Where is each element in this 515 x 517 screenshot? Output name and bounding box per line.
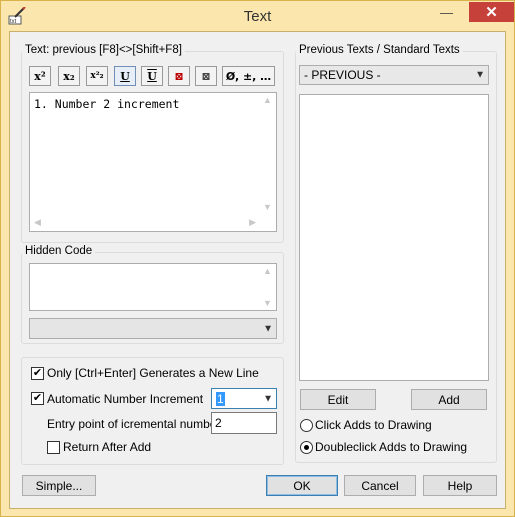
strike-box-icon: ⊠ [201,69,211,83]
scroll-right-arrow-icon[interactable]: ▶ [249,217,256,228]
cancel-button-label: Cancel [361,478,399,493]
chevron-down-icon: ▼ [263,323,273,334]
minimize-button[interactable]: — [432,2,461,22]
add-button[interactable]: Add [411,389,487,410]
entry-point-input[interactable]: 2 [211,412,277,434]
edit-button[interactable]: Edit [300,389,376,410]
checkmark-icon: ✔ [32,367,43,379]
text-dialog: txt Text — ✕ Text: previous [F8]<>[Shift… [0,0,515,517]
only-ctrl-enter-checkbox[interactable]: ✔ [31,367,44,380]
boxed-button[interactable]: ⊠ [168,66,190,86]
overline-icon: U [147,69,157,83]
add-button-label: Add [438,392,460,407]
subscript-icon: x₂ [63,69,75,83]
hidden-code-field[interactable]: ▲ ▼ [29,263,277,311]
text-editor-content: 1. Number 2 increment [34,97,180,111]
strike-box-button[interactable]: ⊠ [195,66,217,86]
doubleclick-adds-radio[interactable] [300,441,313,454]
cancel-button[interactable]: Cancel [344,475,416,496]
underline-icon: U [120,69,130,83]
help-button[interactable]: Help [423,475,497,496]
edit-button-label: Edit [327,392,349,407]
ok-button[interactable]: OK [266,475,338,496]
title-bar: txt Text — ✕ [1,1,514,31]
text-editor-vscrollbar[interactable]: ▲ ▼ [259,93,276,214]
previous-texts-label: Previous Texts / Standard Texts [296,44,463,56]
simple-button-label: Simple... [35,478,83,493]
special-chars-label: Ø, ±, … [225,69,272,83]
hidden-code-combo[interactable]: ▼ [29,318,277,339]
superscript-button[interactable]: x² [29,66,51,86]
previous-texts-list[interactable] [299,94,489,381]
auto-number-checkbox[interactable]: ✔ [31,392,44,405]
text-editor[interactable]: 1. Number 2 increment ▲ ▼ ◀ ▶ [29,92,277,232]
text-group-label: Text: previous [F8]<>[Shift+F8] [22,44,185,56]
subscript-button[interactable]: x₂ [58,66,80,86]
text-editor-hscrollbar[interactable]: ◀ ▶ [30,214,260,231]
dialog-body: Text: previous [F8]<>[Shift+F8] x² x₂ x²… [9,31,506,509]
click-adds-label[interactable]: Click Adds to Drawing [315,418,432,432]
previous-texts-selected: - PREVIOUS - [304,68,381,82]
superscript-icon: x² [34,69,46,83]
scroll-down-arrow-icon[interactable]: ▼ [259,202,276,212]
return-after-add-checkbox[interactable] [47,441,60,454]
simple-button[interactable]: Simple... [22,475,96,496]
previous-texts-combo[interactable]: - PREVIOUS - ▼ [299,65,489,85]
scroll-up-arrow-icon[interactable]: ▲ [259,95,276,105]
close-button[interactable]: ✕ [469,2,514,22]
entry-point-label: Entry point of icremental number [47,417,221,431]
entry-point-value: 2 [215,416,222,430]
special-chars-button[interactable]: Ø, ±, … [222,66,275,86]
super-subscript-icon: x²₂ [90,71,104,81]
scroll-left-arrow-icon[interactable]: ◀ [34,217,41,228]
checkmark-icon: ✔ [32,392,43,404]
click-adds-radio[interactable] [300,419,313,432]
help-button-label: Help [447,478,473,493]
chevron-down-icon: ▼ [475,69,485,81]
underline-button[interactable]: U [114,66,136,86]
auto-number-label[interactable]: Automatic Number Increment [47,392,203,406]
auto-number-value: 1 [216,391,225,406]
boxed-x-icon: ⊠ [174,69,184,83]
return-after-add-label[interactable]: Return After Add [63,440,151,454]
chevron-down-icon: ▼ [263,393,273,404]
scroll-down-arrow-icon[interactable]: ▼ [259,298,276,308]
auto-number-combo[interactable]: 1 ▼ [211,388,277,409]
scroll-up-arrow-icon[interactable]: ▲ [259,266,276,276]
hidden-code-vscrollbar[interactable]: ▲ ▼ [259,264,276,310]
super-subscript-button[interactable]: x²₂ [86,66,108,86]
overline-button[interactable]: U [141,66,163,86]
ok-button-label: OK [293,478,311,493]
doubleclick-adds-label[interactable]: Doubleclick Adds to Drawing [315,440,467,454]
only-ctrl-enter-label[interactable]: Only [Ctrl+Enter] Generates a New Line [47,366,259,380]
hidden-code-label: Hidden Code [22,245,96,257]
